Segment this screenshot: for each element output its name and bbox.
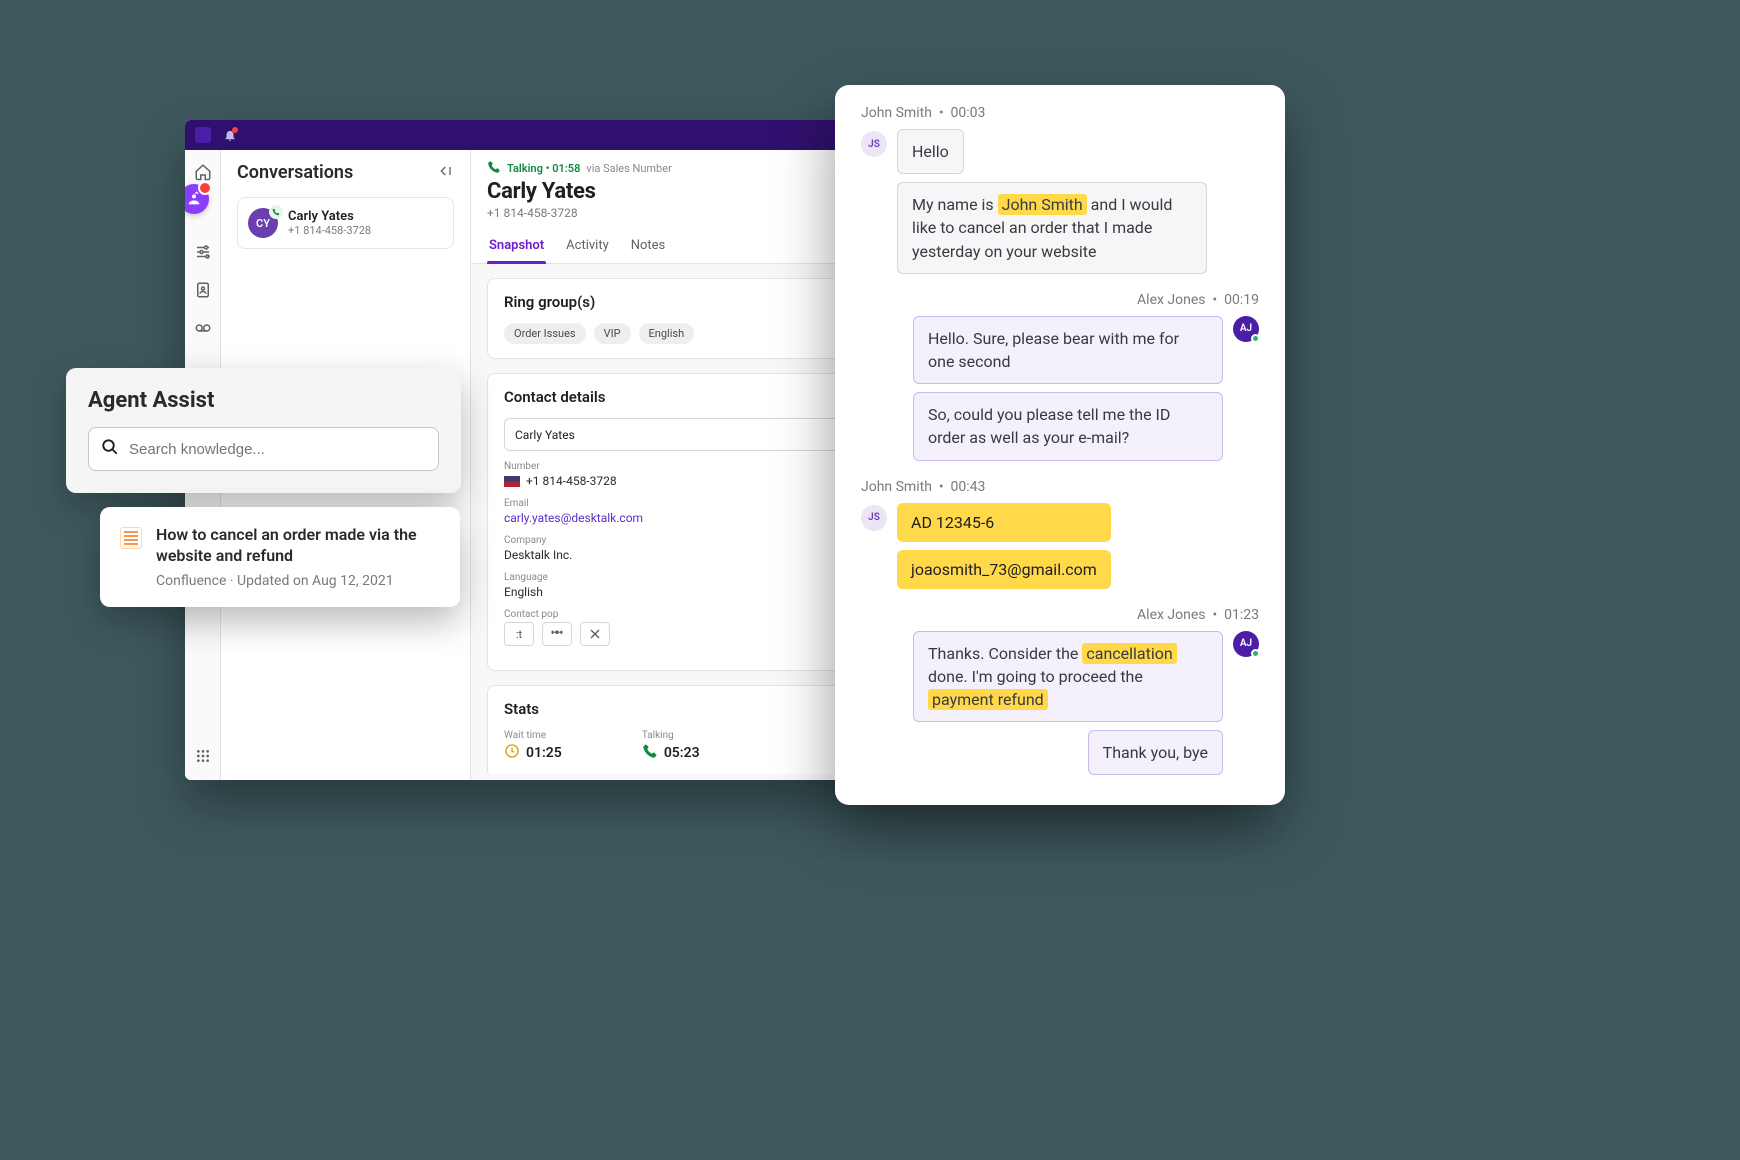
avatar-customer: JS: [861, 505, 887, 531]
highlight: John Smith: [998, 194, 1087, 215]
tab-snapshot[interactable]: Snapshot: [487, 232, 546, 263]
highlight: payment refund: [928, 689, 1048, 710]
phone-icon: [487, 160, 501, 177]
chat-message: So, could you please tell me the ID orde…: [913, 392, 1223, 460]
avatar-initials: CY: [256, 217, 270, 230]
home-icon[interactable]: [193, 162, 213, 182]
notification-dot-icon: [232, 127, 238, 133]
highlight: cancellation: [1082, 643, 1176, 664]
ring-group-chip[interactable]: Order Issues: [504, 323, 586, 344]
contact-pop-button[interactable]: [580, 622, 610, 646]
contact-pop-button[interactable]: :t: [504, 622, 534, 646]
avatar-agent: AJ: [1233, 316, 1259, 342]
call-status: Talking: [507, 162, 543, 175]
message-header: Alex Jones • 01:23: [861, 607, 1259, 623]
conversation-name: Carly Yates: [288, 209, 371, 224]
phone-icon: [642, 743, 658, 763]
message-header: John Smith • 00:03: [861, 105, 1259, 121]
settings-sliders-icon[interactable]: [193, 242, 213, 262]
call-duration: 01:58: [552, 162, 580, 175]
nav-agent-active[interactable]: [185, 184, 209, 214]
agent-assist-heading: Agent Assist: [88, 388, 439, 413]
nav-badge-icon: [198, 181, 212, 195]
transcript-panel: John Smith • 00:03 JS Hello My name is J…: [835, 85, 1285, 805]
conversations-heading: Conversations: [237, 162, 353, 183]
agent-assist-panel: Agent Assist: [66, 368, 461, 493]
app-logo-icon: [195, 127, 211, 143]
collapse-panel-icon[interactable]: [438, 163, 454, 183]
knowledge-result-card[interactable]: How to cancel an order made via the webs…: [100, 507, 460, 607]
tab-activity[interactable]: Activity: [564, 232, 611, 263]
message-header: Alex Jones • 00:19: [861, 292, 1259, 308]
flag-us-icon: [504, 476, 520, 487]
ring-group-chip[interactable]: English: [639, 323, 695, 344]
chat-message: Thanks. Consider the cancellation done. …: [913, 631, 1223, 723]
chat-message: My name is John Smith and I would like t…: [897, 182, 1207, 274]
message-header: John Smith • 00:43: [861, 479, 1259, 495]
chat-message-highlighted: joaosmith_73@gmail.com: [897, 550, 1111, 589]
tab-notes[interactable]: Notes: [629, 232, 668, 263]
result-title: How to cancel an order made via the webs…: [156, 525, 440, 567]
result-meta: Confluence · Updated on Aug 12, 2021: [156, 573, 440, 589]
clock-icon: [504, 743, 520, 763]
ring-group-chip[interactable]: VIP: [594, 323, 631, 344]
presence-online-icon: [1251, 334, 1260, 343]
knowledge-search[interactable]: [88, 427, 439, 471]
stat-label: Talking: [642, 730, 700, 741]
document-icon: [120, 527, 142, 549]
stat-value: 05:23: [664, 745, 700, 761]
call-via: via Sales Number: [586, 162, 671, 175]
conversation-item[interactable]: CY Carly Yates +1 814-458-3728: [237, 197, 454, 249]
stat-label: Wait time: [504, 730, 562, 741]
contacts-icon[interactable]: [193, 280, 213, 300]
presence-online-icon: [1251, 649, 1260, 658]
apps-grid-icon[interactable]: [193, 746, 213, 766]
chat-message: Thank you, bye: [1088, 730, 1223, 775]
search-input[interactable]: [129, 441, 426, 458]
chat-message: Hello: [897, 129, 964, 174]
chat-message-highlighted: AD 12345-6: [897, 503, 1111, 542]
avatar-agent: AJ: [1233, 631, 1259, 657]
notifications-icon[interactable]: [223, 128, 237, 142]
contact-avatar: CY: [248, 208, 278, 238]
chat-message: Hello. Sure, please bear with me for one…: [913, 316, 1223, 384]
search-icon: [101, 438, 119, 460]
voicemail-icon[interactable]: [193, 318, 213, 338]
active-call-icon: [269, 205, 283, 219]
contact-select-value: Carly Yates: [515, 428, 575, 442]
avatar-customer: JS: [861, 131, 887, 157]
conversation-phone: +1 814-458-3728: [288, 224, 371, 237]
stat-value: 01:25: [526, 745, 562, 761]
contact-pop-button[interactable]: [542, 622, 572, 646]
